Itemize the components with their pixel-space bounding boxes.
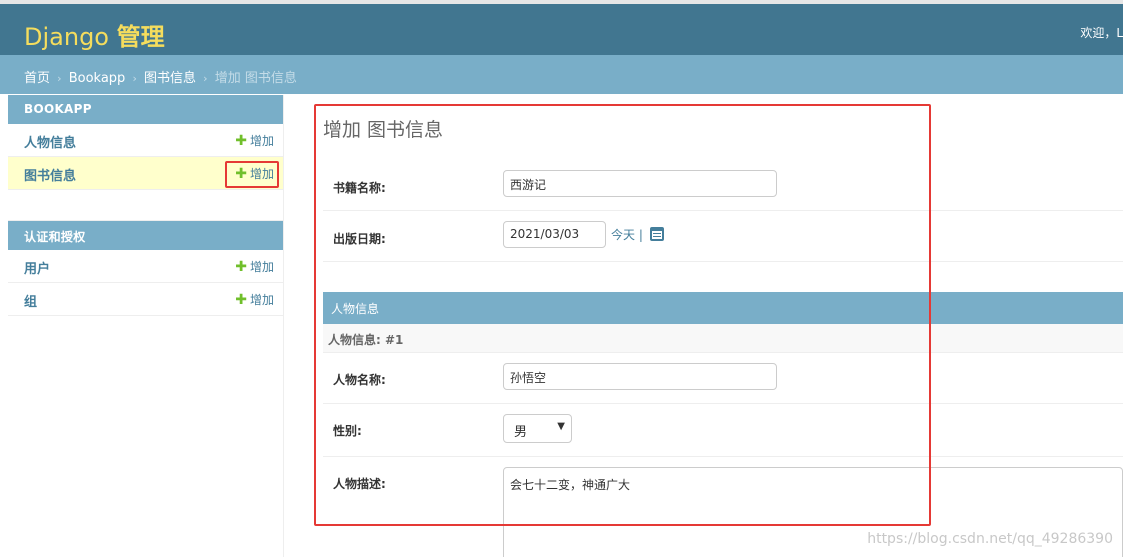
person-name-label: 人物名称: — [333, 373, 386, 387]
pub-date-label: 出版日期: — [333, 232, 386, 246]
breadcrumb-current: 增加 图书信息 — [214, 71, 297, 86]
gender-select[interactable]: 男 ▼ — [503, 414, 572, 443]
breadcrumb-home[interactable]: 首页 — [24, 71, 50, 86]
form-row-pub-date: 出版日期: 2021/03/03 今天 | — [323, 211, 1123, 262]
inline-caption: 人物信息 — [323, 292, 1123, 324]
plus-icon: ✚ — [235, 292, 247, 308]
brand-prefix: Django — [24, 23, 109, 51]
brand-suffix: 管理 — [116, 23, 165, 51]
person-desc-label: 人物描述: — [333, 477, 386, 491]
add-label: 增加 — [249, 293, 274, 307]
date-shortcuts: 今天 | — [611, 226, 664, 243]
breadcrumb-separator: › — [132, 72, 137, 85]
book-name-input[interactable]: 西游记 — [503, 170, 777, 197]
gender-label: 性别: — [333, 424, 362, 438]
breadcrumb-app[interactable]: Bookapp — [69, 71, 126, 86]
annotation-highlight-add — [225, 161, 279, 188]
module-gap — [8, 190, 283, 221]
gender-value: 男 — [514, 425, 528, 440]
sidebar-item-person: 人物信息 ✚ 增加 — [8, 124, 283, 157]
sidebar-item-label[interactable]: 人物信息 — [24, 136, 76, 151]
sidebar-item-label[interactable]: 组 — [24, 295, 37, 310]
sidebar-item-users: 用户 ✚ 增加 — [8, 250, 283, 283]
form-row-person-name: 人物名称: 孙悟空 — [323, 353, 1123, 404]
sidebar-item-groups: 组 ✚ 增加 — [8, 283, 283, 316]
module-caption-bookapp[interactable]: BOOKAPP — [8, 95, 283, 124]
sidebar-nav: BOOKAPP 人物信息 ✚ 增加 图书信息 ✚ 增加 认证和授权 用户 ✚ 增加 组… — [8, 95, 284, 557]
person-name-input[interactable]: 孙悟空 — [503, 363, 777, 390]
watermark: https://blog.csdn.net/qq_49286390 — [867, 531, 1113, 547]
sidebar-item-label[interactable]: 图书信息 — [24, 169, 76, 184]
form-row-gender: 性别: 男 ▼ — [323, 404, 1123, 457]
site-branding[interactable]: Django 管理 — [24, 17, 165, 52]
breadcrumb-separator: › — [57, 72, 62, 85]
chevron-down-icon: ▼ — [557, 421, 565, 432]
calendar-icon[interactable] — [649, 227, 664, 241]
plus-icon: ✚ — [235, 133, 247, 149]
breadcrumb-separator: › — [203, 72, 208, 85]
page-title: 增加 图书信息 — [323, 119, 444, 141]
pub-date-input[interactable]: 2021/03/03 — [503, 221, 606, 248]
add-person-link[interactable]: ✚ 增加 — [235, 132, 274, 149]
inline-subheader: 人物信息: #1 — [323, 324, 1123, 353]
site-header: Django 管理 欢迎，L — [0, 0, 1123, 55]
form-row-book-name: 书籍名称: 西游记 — [323, 159, 1123, 211]
user-tools: 欢迎，L — [1080, 26, 1123, 40]
module-caption-auth[interactable]: 认证和授权 — [8, 221, 283, 250]
today-link[interactable]: 今天 — [611, 228, 635, 242]
sidebar-item-label[interactable]: 用户 — [24, 262, 50, 277]
breadcrumb-model[interactable]: 图书信息 — [144, 71, 196, 86]
book-name-label: 书籍名称: — [333, 181, 386, 195]
main-content: 增加 图书信息 书籍名称: 西游记 出版日期: 2021/03/03 今天 | … — [323, 95, 1123, 557]
plus-icon: ✚ — [235, 259, 247, 275]
add-user-link[interactable]: ✚ 增加 — [235, 258, 274, 275]
add-group-link[interactable]: ✚ 增加 — [235, 291, 274, 308]
sidebar-item-book: 图书信息 ✚ 增加 — [8, 157, 283, 190]
shortcut-divider: | — [638, 228, 643, 242]
add-label: 增加 — [249, 260, 274, 274]
add-label: 增加 — [249, 134, 274, 148]
breadcrumb: 首页 › Bookapp › 图书信息 › 增加 图书信息 — [0, 55, 1123, 94]
